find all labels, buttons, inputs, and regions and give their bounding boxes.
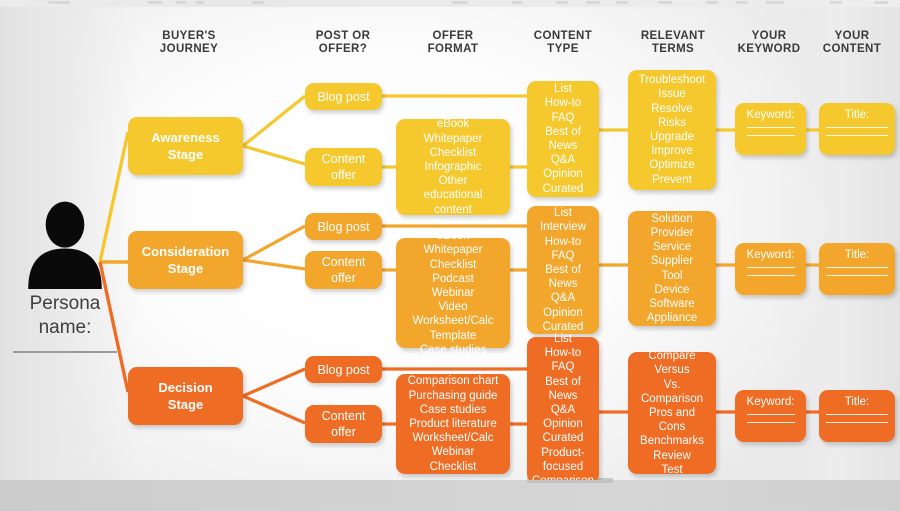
relevant-terms-list: Troubleshoot Issue Resolve Risks Upgrade… — [638, 74, 706, 186]
column-header-line1: BUYER'S — [162, 30, 216, 42]
content-type-node-awareness[interactable]: List How-to FAQ Best of News Q&A Opinion… — [527, 81, 599, 197]
your-keyword-node-decision[interactable]: Keyword: — [735, 390, 806, 442]
content-type-list: List How-to FAQ Best of News Q&A Opinion… — [532, 332, 594, 480]
relevant-terms-list: Solution Provider Service Supplier Tool … — [646, 212, 698, 325]
content-type-node-consideration[interactable]: List Interview How-to FAQ Best of News Q… — [527, 206, 599, 334]
column-header-content-type: CONTENT TYPE — [508, 30, 618, 56]
offer-format-node-consideration[interactable]: eBook Whitepaper Checklist Podcast Webin… — [396, 230, 510, 356]
your-content-node-awareness[interactable]: Title: — [819, 103, 895, 155]
column-header-line1: YOUR — [834, 30, 870, 42]
post-node-label: Content offer — [321, 255, 366, 285]
column-header-line1: CONTENT — [533, 30, 593, 42]
column-header-line1: RELEVANT — [640, 30, 706, 42]
column-header-line2: OFFER? — [318, 43, 368, 55]
stage-node-label: Consideration Stage — [141, 244, 230, 276]
relevant-terms-node-decision[interactable]: Compare Versus Vs. Comparison Pros and C… — [628, 350, 716, 476]
your-keyword-blank-2[interactable] — [746, 135, 795, 136]
column-header-line2: JOURNEY — [159, 43, 219, 55]
column-header-your-keyword: YOUR KEYWORD — [722, 30, 816, 56]
column-header-your-content: YOUR CONTENT — [806, 30, 898, 56]
connector-decision-blog — [242, 367, 306, 398]
offer-format-node-decision[interactable]: Comparison chart Purchasing guide Case s… — [396, 374, 510, 474]
your-content-blank-1[interactable] — [826, 127, 888, 128]
stage-node-label: Decision Stage — [158, 380, 213, 412]
offer-format-list: Comparison chart Purchasing guide Case s… — [407, 375, 499, 473]
your-content-blank-2[interactable] — [826, 422, 888, 423]
post-node-label: Content offer — [321, 409, 366, 439]
persona-name-blank[interactable] — [13, 351, 117, 353]
post-node-label: Blog post — [317, 89, 370, 104]
your-content-label: Title: — [844, 249, 870, 261]
your-content-node-consideration[interactable]: Title: — [819, 243, 895, 295]
post-node-consideration-offer[interactable]: Content offer — [305, 251, 382, 289]
person-silhouette-icon — [28, 201, 102, 289]
post-node-label: Blog post — [317, 362, 370, 377]
bottom-gray-band — [0, 478, 900, 511]
your-keyword-blank-1[interactable] — [746, 267, 795, 268]
column-header-line1: POST OR — [315, 30, 371, 42]
post-node-label: Content offer — [321, 152, 366, 182]
your-keyword-label: Keyword: — [746, 396, 795, 408]
truncated-toolbar-strip — [0, 0, 900, 7]
your-content-label: Title: — [844, 396, 870, 408]
content-type-list: List How-to FAQ Best of News Q&A Opinion… — [542, 83, 584, 195]
your-keyword-blank-1[interactable] — [746, 127, 795, 128]
your-content-label: Title: — [844, 109, 870, 121]
offer-format-node-awareness[interactable]: eBook Whitepaper Checklist Infographic O… — [396, 118, 510, 216]
post-node-label: Blog post — [317, 219, 370, 234]
your-keyword-blank-1[interactable] — [746, 414, 795, 415]
content-type-node-decision[interactable]: List How-to FAQ Best of News Q&A Opinion… — [527, 333, 599, 480]
connector-awareness-offer — [242, 144, 306, 166]
your-keyword-node-awareness[interactable]: Keyword: — [735, 103, 806, 155]
post-node-decision-offer[interactable]: Content offer — [305, 405, 382, 443]
your-keyword-label: Keyword: — [746, 249, 795, 261]
column-header-offer-format: OFFER FORMAT — [398, 30, 508, 56]
column-header-line1: OFFER — [432, 30, 474, 42]
post-node-awareness-offer[interactable]: Content offer — [305, 148, 382, 186]
offer-format-list: eBook Whitepaper Checklist Infographic O… — [423, 118, 483, 216]
post-node-awareness-blog[interactable]: Blog post — [305, 83, 382, 110]
diagram-canvas: BUYER'S JOURNEY POST OR OFFER? OFFER FOR… — [0, 7, 900, 480]
your-keyword-blank-2[interactable] — [746, 275, 795, 276]
stage-node-consideration[interactable]: Consideration Stage — [128, 231, 243, 289]
your-content-blank-2[interactable] — [826, 135, 888, 136]
connector-awareness-blog — [241, 94, 307, 148]
your-keyword-blank-2[interactable] — [746, 422, 795, 423]
your-content-blank-1[interactable] — [826, 267, 888, 268]
connector-decision-offer — [242, 394, 306, 425]
column-header-post-or-offer: POST OR OFFER? — [285, 30, 401, 56]
your-keyword-node-consideration[interactable]: Keyword: — [735, 243, 806, 295]
content-type-list: List Interview How-to FAQ Best of News Q… — [539, 207, 587, 333]
persona-name-label: Persona name: — [29, 293, 101, 338]
stage-node-decision[interactable]: Decision Stage — [128, 367, 243, 425]
relevant-terms-list: Compare Versus Vs. Comparison Pros and C… — [640, 350, 704, 476]
your-keyword-label: Keyword: — [746, 109, 795, 121]
offer-format-list: eBook Whitepaper Checklist Podcast Webin… — [412, 230, 494, 356]
column-header-line1: YOUR — [751, 30, 787, 42]
column-header-line2: KEYWORD — [737, 43, 801, 55]
stage-node-label: Awareness Stage — [151, 130, 220, 162]
relevant-terms-node-consideration[interactable]: Solution Provider Service Supplier Tool … — [628, 211, 716, 326]
persona-block: Persona name: — [6, 197, 124, 353]
column-header-line2: TYPE — [547, 43, 579, 55]
connector-consideration-blog — [242, 224, 306, 262]
column-header-relevant-terms: RELEVANT TERMS — [618, 30, 728, 56]
post-node-consideration-blog[interactable]: Blog post — [305, 213, 382, 240]
your-content-blank-2[interactable] — [826, 275, 888, 276]
your-content-node-decision[interactable]: Title: — [819, 390, 895, 442]
column-header-line2: TERMS — [651, 43, 695, 55]
diagram-screenshot: BUYER'S JOURNEY POST OR OFFER? OFFER FOR… — [0, 0, 900, 511]
stage-node-awareness[interactable]: Awareness Stage — [128, 117, 243, 175]
post-node-decision-blog[interactable]: Blog post — [305, 356, 382, 383]
column-header-line2: CONTENT — [822, 43, 882, 55]
relevant-terms-node-awareness[interactable]: Troubleshoot Issue Resolve Risks Upgrade… — [628, 70, 716, 190]
column-header-line2: FORMAT — [427, 43, 479, 55]
your-content-blank-1[interactable] — [826, 414, 888, 415]
connector-consideration-offer — [242, 258, 306, 271]
column-header-buyers-journey: BUYER'S JOURNEY — [130, 30, 248, 56]
